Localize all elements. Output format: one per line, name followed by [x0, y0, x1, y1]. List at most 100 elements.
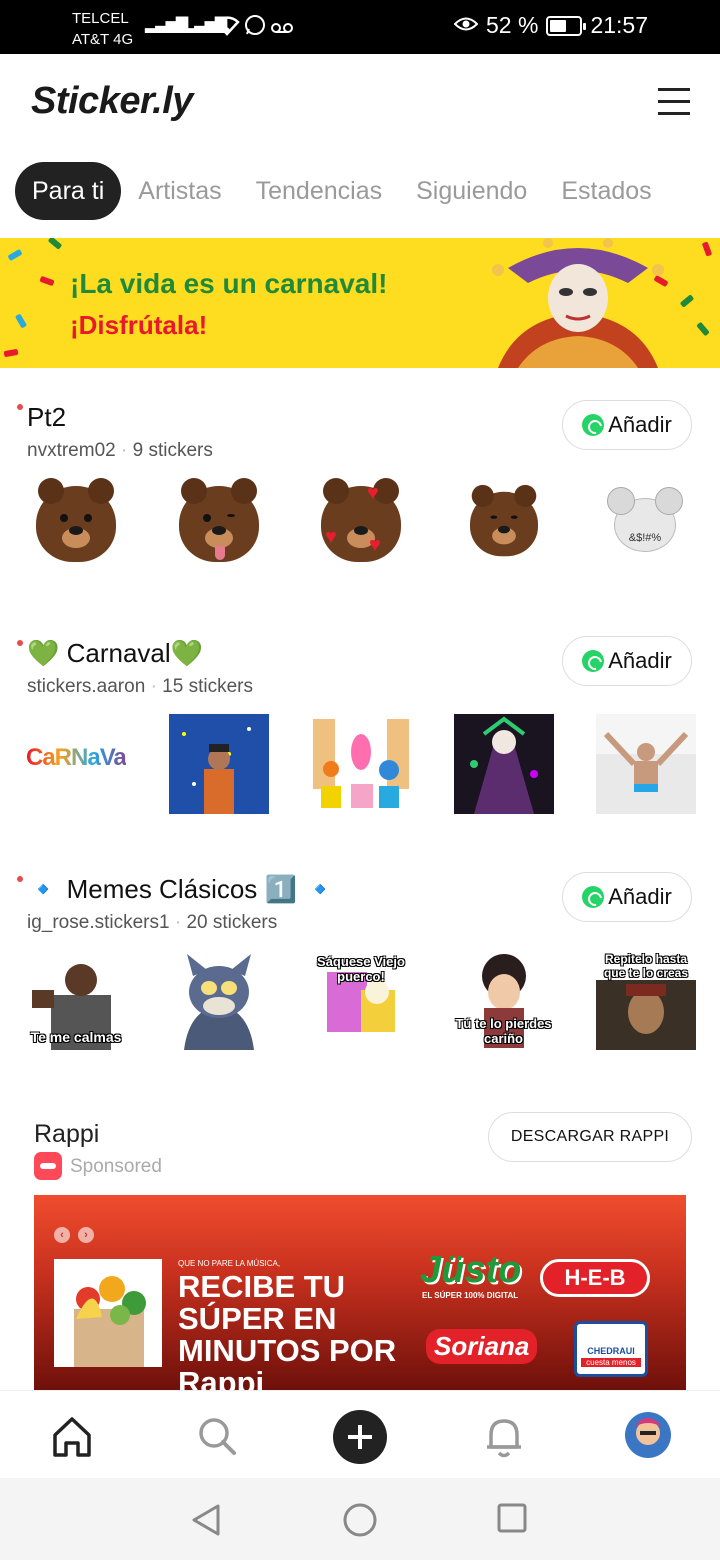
sticker-caption: Tú te lo pierdes cariño: [455, 1016, 552, 1046]
ad-small-text: QUE NO PARE LA MÚSICA,: [178, 1259, 281, 1268]
search-icon[interactable]: [190, 1409, 244, 1463]
signal-icon: ▂▃▅▇: [145, 16, 188, 33]
pack-meta: ig_rose.stickers1 · 20 stickers: [27, 912, 278, 933]
sponsored-ad[interactable]: Rappi Sponsored DESCARGAR RAPPI ‹ › QUE …: [0, 1112, 720, 1395]
sticker-tu-te-lo-pierdes[interactable]: Tú te lo pierdes cariño: [454, 950, 554, 1050]
rappi-logo-icon: [34, 1152, 62, 1180]
sticker-row: CaRNaVaL: [26, 714, 696, 818]
carnival-mask-illustration: [492, 238, 664, 368]
pack-author[interactable]: ig_rose.stickers1: [27, 912, 170, 933]
battery-percent: 52 %: [486, 12, 539, 38]
sponsored-label: Sponsored: [70, 1156, 162, 1177]
sticker-tom-cat[interactable]: [169, 950, 269, 1050]
whatsapp-icon: [582, 414, 605, 436]
hamburger-menu-icon[interactable]: [658, 88, 690, 116]
brand-justo: Jüsto: [420, 1249, 522, 1291]
carrier-name-1: TELCEL: [72, 10, 129, 27]
download-rappi-button[interactable]: DESCARGAR RAPPI: [488, 1112, 692, 1162]
whatsapp-icon: [582, 886, 605, 908]
add-sticker-icon[interactable]: [332, 1409, 387, 1464]
sticker-carnival-costume[interactable]: [453, 714, 554, 814]
app-logo: Sticker.ly: [31, 80, 193, 122]
banner-subtitle: ¡Disfrútala!: [70, 310, 208, 340]
sticker-caption: Te me calmas: [30, 1029, 122, 1045]
carnival-banner[interactable]: ¡La vida es un carnaval! ¡Disfrútala!: [0, 238, 720, 368]
next-arrow-icon[interactable]: ›: [78, 1227, 94, 1243]
tab-para-ti[interactable]: Para ti: [15, 162, 122, 220]
sticker-carnaval-text[interactable]: CaRNaVaL: [26, 714, 140, 814]
sticker-heart-eyes-bear[interactable]: ♥ ♥ ♥: [311, 478, 411, 578]
clock: 21:57: [590, 12, 648, 38]
sticker-angry-bear[interactable]: [454, 478, 554, 578]
eye-comfort-icon: [453, 12, 479, 39]
banner-title: ¡La vida es un carnaval!: [70, 268, 388, 299]
recents-icon[interactable]: [496, 1502, 528, 1534]
whatsapp-notification-icon: [244, 14, 266, 42]
prev-arrow-icon[interactable]: ‹: [54, 1227, 70, 1243]
sticker-winking-bear[interactable]: [169, 478, 269, 578]
bottom-navigation: [0, 1390, 720, 1478]
sticker-pack-carnaval[interactable]: 💚 Carnaval💚 stickers.aaron · 15 stickers…: [0, 636, 720, 866]
add-to-whatsapp-button[interactable]: Añadir: [562, 400, 692, 450]
wifi-icon: [214, 14, 240, 42]
carrier-name-2: AT&T 4G: [72, 31, 134, 48]
bell-icon[interactable]: [477, 1409, 531, 1463]
battery-icon: [546, 15, 587, 36]
pack-author[interactable]: stickers.aaron: [27, 676, 145, 697]
pack-meta: stickers.aaron · 15 stickers: [27, 676, 253, 697]
sticker-te-me-calmas[interactable]: Te me calmas: [26, 950, 126, 1050]
sticker-pack-memes-clasicos[interactable]: 🔹 Memes Clásicos 1️⃣ 🔹 ig_rose.stickers1…: [0, 872, 720, 1102]
sticker-row: Te me calmas Sáquese Viejo puerco! Tú te…: [26, 950, 696, 1054]
carousel-arrows[interactable]: ‹ ›: [54, 1227, 94, 1243]
new-indicator-dot: [17, 876, 23, 882]
add-label: Añadir: [608, 412, 672, 437]
sticker-dancing-man[interactable]: [596, 714, 696, 814]
mouse-caption: &$!#%: [628, 532, 662, 544]
pack-title: 💚 Carnaval💚: [27, 638, 204, 668]
status-bar: TELCEL AT&T 4G ▂▃▅▇ ▂▃▅▇ 52 % 21:57: [0, 0, 720, 54]
sticker-sad-bear[interactable]: [26, 478, 126, 578]
sticker-caption: Sáquese Viejo puerco!: [317, 954, 405, 984]
add-label: Añadir: [608, 648, 672, 673]
carrier-info: TELCEL AT&T 4G: [72, 8, 133, 50]
add-label: Añadir: [608, 884, 672, 909]
ad-headline: RECIBE TU SÚPER EN MINUTOS POR Rappi: [178, 1269, 397, 1396]
pack-title: Pt2: [27, 402, 67, 432]
home-circle-icon[interactable]: [342, 1502, 378, 1538]
sticker-saquese-viejo-puerco[interactable]: Sáquese Viejo puerco!: [311, 950, 411, 1050]
sticker-repitelo-hasta[interactable]: Repitelo hasta que te lo creas: [596, 950, 696, 1050]
back-icon[interactable]: [190, 1502, 222, 1538]
whatsapp-icon: [582, 650, 605, 672]
new-indicator-dot: [17, 404, 23, 410]
advertiser-name: Rappi: [34, 1120, 100, 1148]
sticker-grumpy-mouse[interactable]: &$!#%: [596, 478, 696, 578]
profile-avatar[interactable]: [622, 1409, 676, 1463]
tab-tendencias[interactable]: Tendencias: [239, 162, 399, 220]
ad-creative[interactable]: ‹ › QUE NO PARE LA MÚSICA, RECIBE TU SÚP…: [34, 1195, 686, 1395]
sticker-confetti-man[interactable]: [168, 714, 269, 814]
brand-chedraui: CHEDRAUI cuesta menos: [574, 1321, 648, 1377]
home-icon[interactable]: [45, 1409, 99, 1463]
pack-meta: nvxtrem02 · 9 stickers: [27, 440, 213, 461]
voicemail-icon: [270, 14, 294, 42]
app-header: Sticker.ly: [0, 54, 720, 154]
sticker-pocoyo-characters[interactable]: [311, 714, 411, 814]
add-to-whatsapp-button[interactable]: Añadir: [562, 636, 692, 686]
brand-heb: H-E-B: [540, 1259, 650, 1297]
pack-count: 15 stickers: [162, 676, 253, 697]
add-to-whatsapp-button[interactable]: Añadir: [562, 872, 692, 922]
tab-siguiendo[interactable]: Siguiendo: [399, 162, 544, 220]
pack-count: 20 stickers: [186, 912, 278, 933]
sticker-caption: Repitelo hasta que te lo creas: [603, 952, 689, 980]
brand-soriana: Soriana: [426, 1329, 538, 1364]
tab-artistas[interactable]: Artistas: [121, 162, 238, 220]
new-indicator-dot: [17, 640, 23, 646]
grocery-bag-image: [54, 1259, 162, 1367]
category-tabs: Para ti Artistas Tendencias Siguiendo Es…: [15, 162, 669, 220]
brand-justo-tag: EL SÚPER 100% DIGITAL: [422, 1291, 519, 1300]
pack-author[interactable]: nvxtrem02: [27, 440, 116, 461]
tab-estados[interactable]: Estados: [544, 162, 668, 220]
pack-count: 9 stickers: [132, 440, 213, 461]
system-navigation-bar: [0, 1478, 720, 1560]
sticker-pack-pt2[interactable]: Pt2 nvxtrem02 · 9 stickers Añadir ♥ ♥ ♥ &$…: [0, 400, 720, 630]
